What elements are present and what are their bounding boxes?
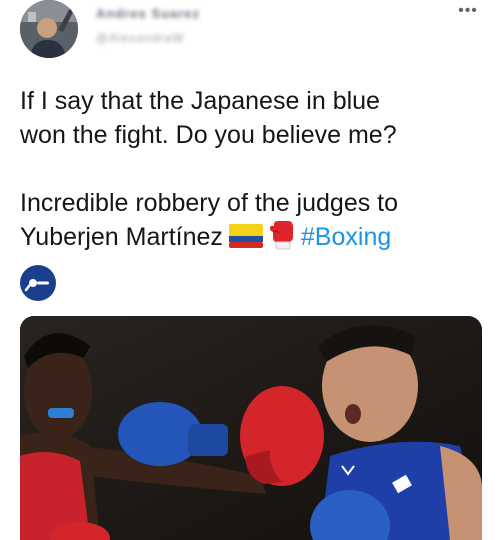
tweet-text-line: If I say that the Japanese in blue: [20, 87, 380, 115]
author-handle[interactable]: @AlexandraW: [96, 31, 185, 45]
boxing-pictogram-icon: [20, 265, 56, 301]
tweet-text-line: Incredible robbery of the judges to: [20, 189, 399, 217]
tweet-text-line: Yuberjen Martínez #Boxing: [20, 220, 490, 259]
author-name[interactable]: Andres Suarez: [96, 6, 200, 21]
more-options-icon[interactable]: •••: [454, 2, 482, 22]
boxer-name: Yuberjen Martínez: [20, 223, 223, 251]
avatar[interactable]: [20, 0, 78, 58]
tweet-header: Andres Suarez @AlexandraW •••: [0, 0, 500, 70]
tweet-text-line: won the fight. Do you believe me?: [20, 121, 397, 149]
tweet-text: If I say that the Japanese in blue won t…: [20, 84, 490, 259]
boxing-glove-icon: [269, 220, 295, 259]
colombia-flag-icon: [228, 223, 263, 257]
hashtag-link[interactable]: #Boxing: [301, 223, 391, 251]
boxing-match-photo[interactable]: [20, 316, 482, 540]
